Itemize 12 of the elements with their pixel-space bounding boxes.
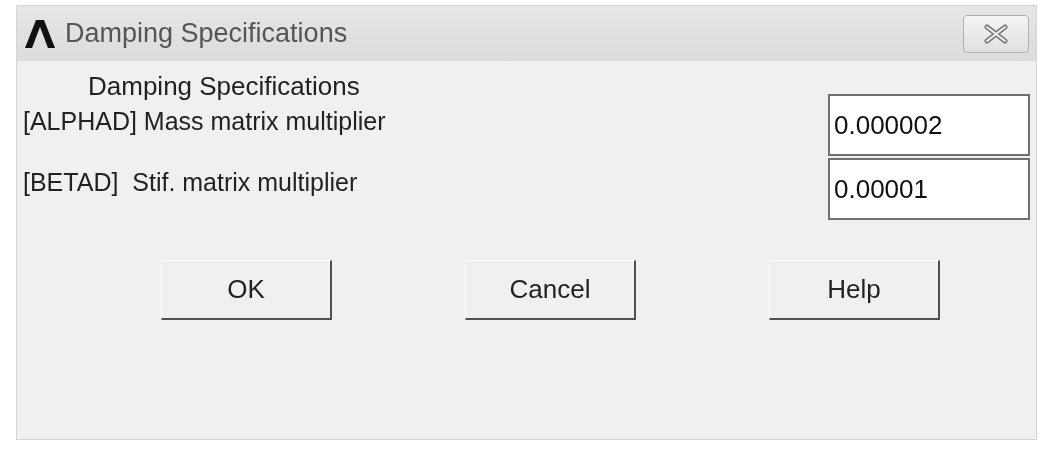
window-title: Damping Specifications: [65, 18, 349, 49]
close-icon: [983, 23, 1009, 44]
field-label: [BETAD] Stif. matrix multiplier: [23, 168, 358, 197]
dialog-button[interactable]: Help: [769, 260, 940, 320]
close-button[interactable]: [963, 14, 1029, 53]
input-field[interactable]: 0.000002: [828, 94, 1030, 156]
logo-icon: [25, 19, 55, 48]
input-field[interactable]: 0.00001: [828, 158, 1030, 220]
section-heading: Damping Specifications: [88, 71, 361, 103]
dialog-button[interactable]: Cancel: [465, 260, 636, 320]
field-label: [ALPHAD] Mass matrix multiplier: [23, 107, 386, 136]
dialog-button[interactable]: OK: [161, 260, 332, 320]
